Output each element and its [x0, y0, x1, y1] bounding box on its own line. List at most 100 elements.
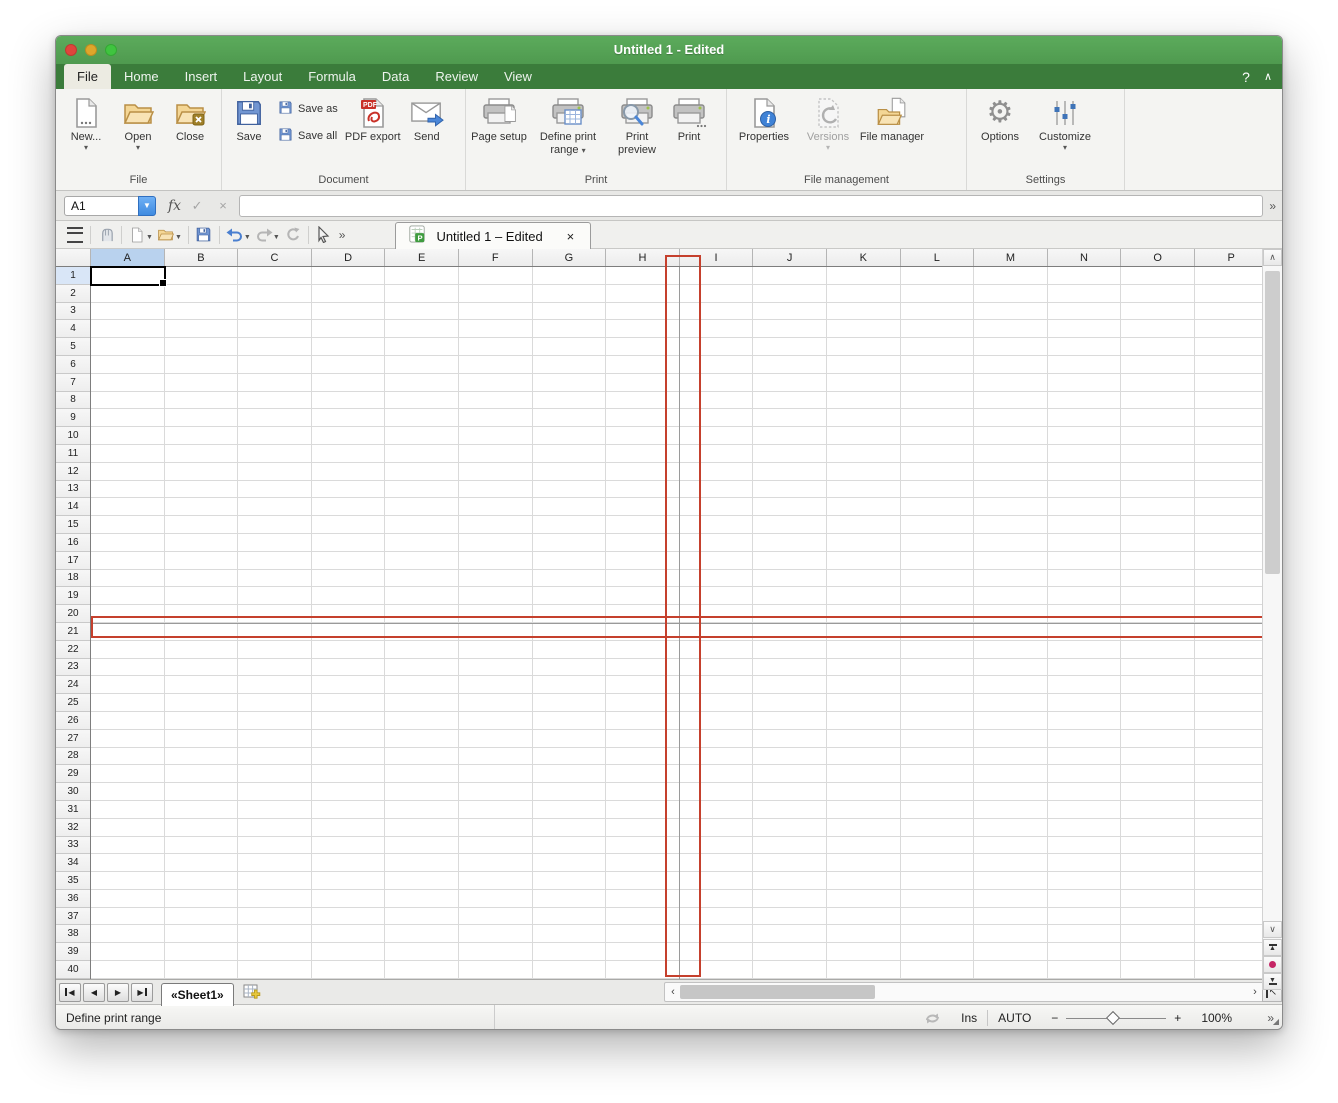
column-header-C[interactable]: C	[238, 249, 312, 266]
row-header-17[interactable]: 17	[56, 552, 90, 570]
save-button[interactable]: Save	[226, 92, 272, 173]
zoom-level[interactable]: 100%	[1191, 1005, 1257, 1030]
next-sheet-button[interactable]: ▶	[107, 983, 129, 1002]
help-icon[interactable]: ?	[1242, 69, 1250, 85]
horizontal-scrollbar-thumb[interactable]	[680, 985, 875, 999]
grid-canvas[interactable]	[91, 267, 1264, 979]
column-header-O[interactable]: O	[1121, 249, 1195, 266]
close-button[interactable]: Close	[164, 92, 216, 173]
save-all-button[interactable]: Save all	[278, 127, 338, 145]
column-header-N[interactable]: N	[1048, 249, 1122, 266]
record-marker-button[interactable]	[1263, 956, 1282, 973]
define-print-range-button[interactable]: Define print range ▾	[528, 92, 608, 173]
row-header-9[interactable]: 9	[56, 409, 90, 427]
options-button[interactable]: ⚙ Options	[971, 92, 1029, 173]
horizontal-scrollbar[interactable]: ‹ ›	[664, 982, 1264, 1002]
row-header-34[interactable]: 34	[56, 854, 90, 872]
dropdown-arrow-icon[interactable]: ▼	[175, 234, 182, 241]
insert-mode-indicator[interactable]: Ins	[951, 1005, 987, 1030]
collapse-ribbon-icon[interactable]: ∧	[1264, 70, 1272, 83]
cell-reference-box[interactable]: A1	[64, 196, 144, 216]
toolbar-overflow-icon[interactable]: »	[339, 228, 344, 242]
cancel-entry-button[interactable]: ×	[213, 198, 233, 213]
row-header-26[interactable]: 26	[56, 712, 90, 730]
row-header-12[interactable]: 12	[56, 463, 90, 481]
scroll-left-button[interactable]: ‹	[665, 983, 681, 1001]
new-document-icon[interactable]	[126, 224, 148, 246]
scroll-up-button[interactable]: ∧	[1263, 249, 1282, 266]
row-header-25[interactable]: 25	[56, 694, 90, 712]
add-sheet-icon[interactable]	[242, 983, 263, 1002]
save-as-button[interactable]: Save as	[278, 100, 338, 118]
scroll-right-button[interactable]: ›	[1247, 983, 1263, 1001]
row-header-22[interactable]: 22	[56, 641, 90, 659]
row-header-21[interactable]: 21	[56, 623, 90, 641]
row-header-38[interactable]: 38	[56, 925, 90, 943]
open-button[interactable]: Open ▾	[112, 92, 164, 173]
sheet-tab[interactable]: «Sheet1»	[161, 983, 234, 1006]
last-sheet-button[interactable]: ▶	[131, 983, 153, 1002]
row-header-14[interactable]: 14	[56, 498, 90, 516]
column-header-L[interactable]: L	[901, 249, 975, 266]
print-button[interactable]: Print	[666, 92, 712, 173]
row-header-36[interactable]: 36	[56, 890, 90, 908]
row-header-39[interactable]: 39	[56, 943, 90, 961]
column-header-F[interactable]: F	[459, 249, 533, 266]
dialog-launcher-icon[interactable]: ◢	[1273, 1018, 1279, 1026]
zoom-slider[interactable]	[1066, 1018, 1166, 1019]
column-header-P[interactable]: P	[1195, 249, 1264, 266]
tab-home[interactable]: Home	[111, 64, 172, 89]
row-header-20[interactable]: 20	[56, 605, 90, 623]
minimize-window-button[interactable]	[85, 44, 97, 56]
send-button[interactable]: Send	[402, 92, 452, 173]
row-header-31[interactable]: 31	[56, 801, 90, 819]
row-header-33[interactable]: 33	[56, 837, 90, 855]
formula-bar-overflow-icon[interactable]: »	[1269, 199, 1274, 213]
row-header-7[interactable]: 7	[56, 374, 90, 392]
column-header-G[interactable]: G	[533, 249, 607, 266]
file-manager-button[interactable]: File manager	[859, 92, 925, 173]
tab-review[interactable]: Review	[422, 64, 491, 89]
row-header-28[interactable]: 28	[56, 748, 90, 766]
column-header-J[interactable]: J	[753, 249, 827, 266]
versions-button[interactable]: Versions ▾	[797, 92, 859, 173]
row-header-27[interactable]: 27	[56, 730, 90, 748]
save-floppy-icon[interactable]	[193, 224, 215, 246]
active-cell-selection[interactable]	[90, 266, 166, 286]
row-header-3[interactable]: 3	[56, 303, 90, 321]
row-header-1[interactable]: 1	[56, 267, 90, 285]
row-header-24[interactable]: 24	[56, 676, 90, 694]
tab-data[interactable]: Data	[369, 64, 422, 89]
row-header-19[interactable]: 19	[56, 587, 90, 605]
close-tab-icon[interactable]: ×	[567, 229, 575, 244]
column-header-A[interactable]: A	[91, 249, 165, 266]
row-header-16[interactable]: 16	[56, 534, 90, 552]
column-header-K[interactable]: K	[827, 249, 901, 266]
calc-mode-indicator[interactable]: AUTO	[988, 1005, 1041, 1030]
accept-entry-button[interactable]: ✓	[187, 198, 207, 214]
row-header-30[interactable]: 30	[56, 783, 90, 801]
row-header-5[interactable]: 5	[56, 338, 90, 356]
row-header-35[interactable]: 35	[56, 872, 90, 890]
pointer-icon[interactable]	[313, 224, 335, 246]
row-header-32[interactable]: 32	[56, 819, 90, 837]
column-header-H[interactable]: H	[606, 249, 680, 266]
row-header-6[interactable]: 6	[56, 356, 90, 374]
row-header-15[interactable]: 15	[56, 516, 90, 534]
row-header-40[interactable]: 40	[56, 961, 90, 979]
row-header-2[interactable]: 2	[56, 285, 90, 303]
select-all-corner[interactable]	[56, 249, 91, 267]
row-header-29[interactable]: 29	[56, 765, 90, 783]
row-header-37[interactable]: 37	[56, 908, 90, 926]
formula-input[interactable]	[239, 195, 1263, 217]
zoom-slider-thumb[interactable]	[1106, 1010, 1120, 1024]
dropdown-arrow-icon[interactable]: ▼	[244, 234, 251, 241]
redo-icon[interactable]	[253, 224, 275, 246]
scroll-down-button[interactable]: ∨	[1263, 921, 1282, 938]
column-header-E[interactable]: E	[385, 249, 459, 266]
repeat-icon[interactable]	[282, 224, 304, 246]
close-window-button[interactable]	[65, 44, 77, 56]
column-header-M[interactable]: M	[974, 249, 1048, 266]
row-header-23[interactable]: 23	[56, 659, 90, 677]
vertical-scrollbar[interactable]: ∧ ∨ ▲ ▼	[1262, 249, 1282, 990]
